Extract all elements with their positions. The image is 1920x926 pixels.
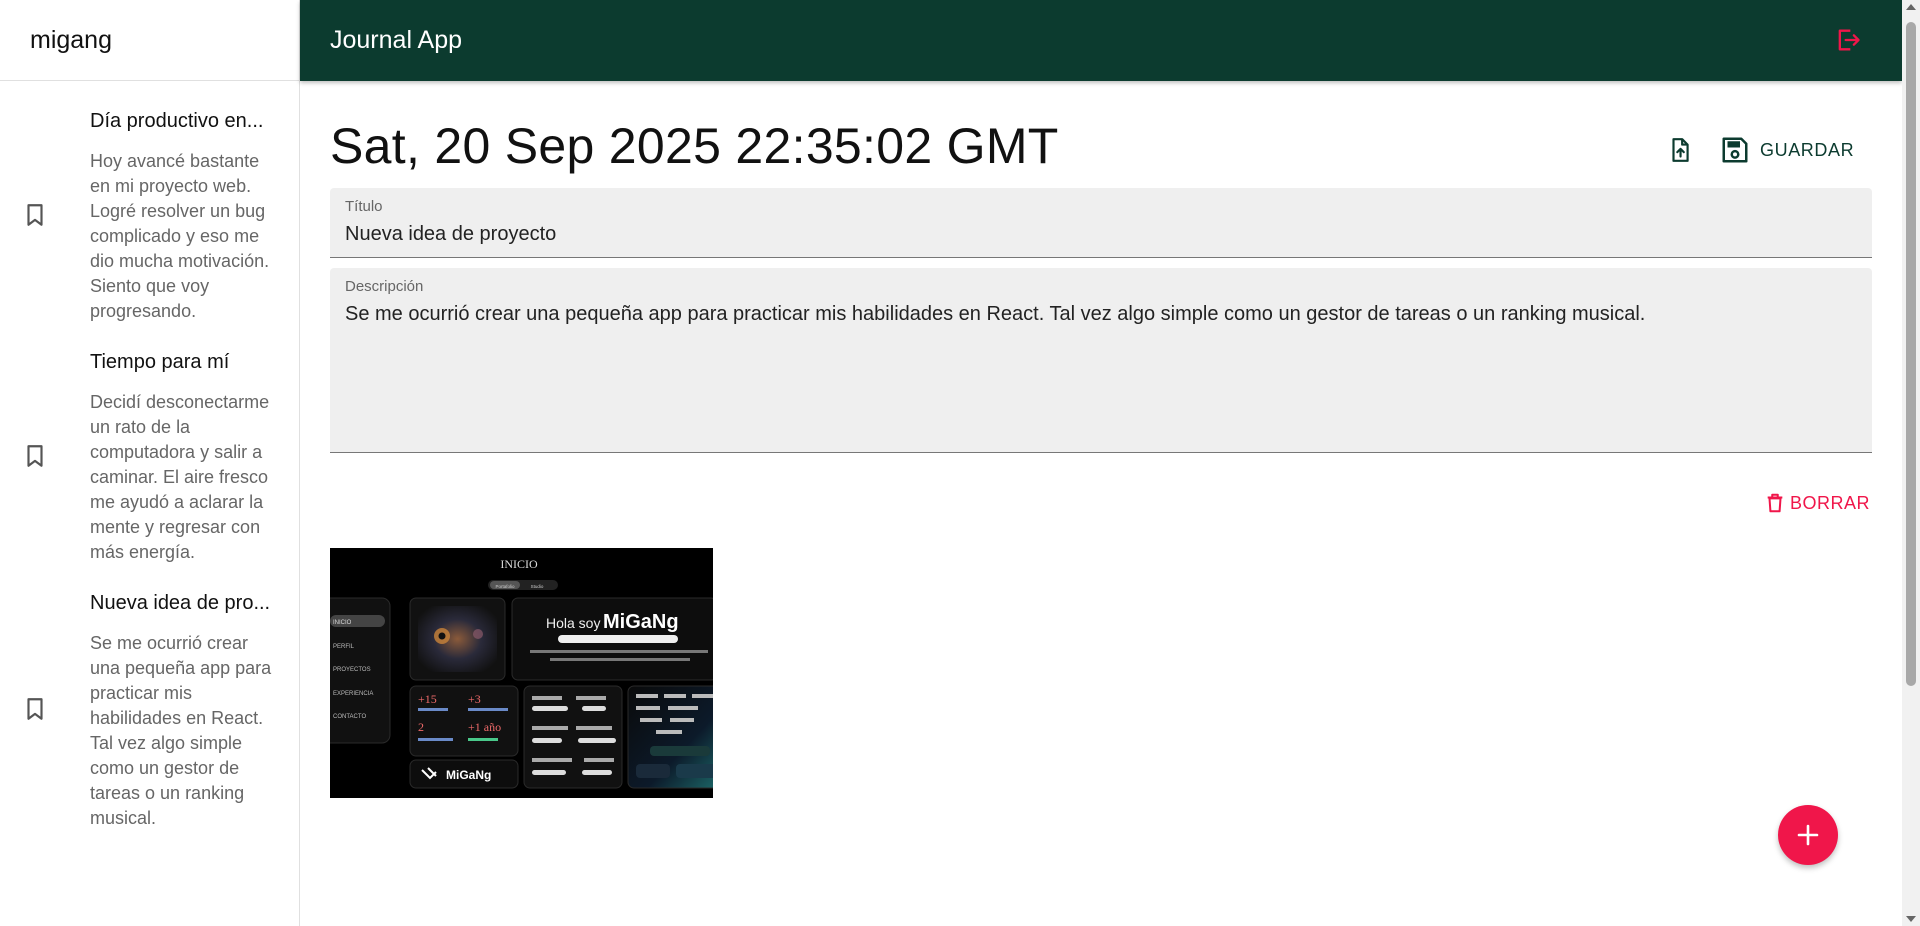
bookmark-icon bbox=[27, 698, 43, 720]
delete-button-label: BORRAR bbox=[1790, 492, 1871, 513]
save-button-label: GUARDAR bbox=[1760, 139, 1855, 160]
thumb-heading: INICIO bbox=[500, 557, 538, 571]
thumb-menu-item: EXPERIENCIA bbox=[333, 691, 373, 697]
note-body: Se me ocurrió crear una pequeña app para… bbox=[90, 633, 272, 828]
description-field-label: Descripción bbox=[345, 278, 424, 295]
description-textarea[interactable]: Se me ocurrió crear una pequeña app para… bbox=[345, 301, 1857, 327]
note-title: Nueva idea de pro... bbox=[90, 592, 271, 614]
sidebar-username: migang bbox=[0, 0, 299, 81]
note-body: Decidí desconectarme un rato de la compu… bbox=[90, 392, 270, 562]
thumb-menu-item: PERFIL bbox=[333, 644, 355, 650]
title-input[interactable]: Nueva idea de proyecto bbox=[345, 221, 1857, 247]
note-title: Día productivo en... bbox=[90, 110, 264, 132]
thumb-stat: +1 año bbox=[468, 720, 501, 734]
portfolio-screenshot-image: INICIO Portafolio Studio INICIO PERFIL P… bbox=[330, 548, 713, 798]
note-body: Hoy avancé bastante en mi proyecto web. … bbox=[90, 151, 270, 321]
attached-image-thumbnail[interactable]: INICIO Portafolio Studio INICIO PERFIL P… bbox=[330, 548, 713, 798]
scrollbar-thumb[interactable] bbox=[1906, 22, 1916, 686]
thumb-tab-1: Portafolio bbox=[495, 584, 515, 589]
sidebar-note-item[interactable]: Tiempo para mí Decidí desconectarme un r… bbox=[0, 346, 299, 565]
title-field-label: Título bbox=[345, 198, 383, 215]
thumb-tab-2: Studio bbox=[531, 584, 544, 589]
plus-icon bbox=[1797, 824, 1819, 846]
app-bar: Journal App bbox=[300, 0, 1902, 81]
trash-icon bbox=[1767, 493, 1783, 513]
app-title: Journal App bbox=[330, 26, 463, 54]
save-button[interactable]: GUARDAR bbox=[1720, 129, 1854, 171]
save-icon bbox=[1722, 137, 1748, 163]
thumb-brand: MiGaNg bbox=[446, 768, 491, 782]
upload-button[interactable] bbox=[1664, 134, 1696, 166]
thumb-stat: 2 bbox=[418, 720, 424, 734]
thumb-menu-item: INICIO bbox=[333, 620, 352, 626]
page-scrollbar[interactable] bbox=[1902, 0, 1920, 926]
logout-icon[interactable] bbox=[1834, 26, 1862, 54]
scroll-up-arrow[interactable] bbox=[1906, 4, 1916, 10]
sidebar: migang Día productivo en... Hoy avancé b… bbox=[0, 0, 300, 926]
bookmark-icon bbox=[27, 203, 43, 226]
upload-file-icon bbox=[1672, 138, 1689, 162]
scroll-down-arrow[interactable] bbox=[1906, 916, 1916, 922]
sidebar-note-item[interactable]: Día productivo en... Hoy avancé bastante… bbox=[0, 105, 299, 324]
note-editor: Sat, 20 Sep 2025 22:35:02 GMT GUARDAR Tí… bbox=[300, 81, 1902, 926]
thumb-menu-item: PROYECTOS bbox=[333, 667, 371, 673]
bookmark-icon bbox=[27, 444, 43, 467]
add-note-button[interactable] bbox=[1778, 805, 1838, 865]
thumb-stat: +15 bbox=[418, 692, 437, 706]
thumb-greeting-prefix: Hola soy bbox=[546, 615, 600, 631]
note-title: Tiempo para mí bbox=[90, 351, 230, 373]
thumb-menu-item: CONTACTO bbox=[333, 714, 366, 720]
note-date: Sat, 20 Sep 2025 22:35:02 GMT bbox=[330, 118, 1059, 174]
description-field[interactable]: Descripción Se me ocurrió crear una pequ… bbox=[330, 268, 1872, 453]
thumb-greeting-name: MiGaNg bbox=[603, 611, 679, 633]
title-field[interactable]: Título Nueva idea de proyecto bbox=[330, 188, 1872, 258]
thumb-stat: +3 bbox=[468, 692, 481, 706]
sidebar-note-item[interactable]: Nueva idea de pro... Se me ocurrió crear… bbox=[0, 587, 299, 831]
delete-button[interactable]: BORRAR bbox=[1764, 491, 1870, 515]
